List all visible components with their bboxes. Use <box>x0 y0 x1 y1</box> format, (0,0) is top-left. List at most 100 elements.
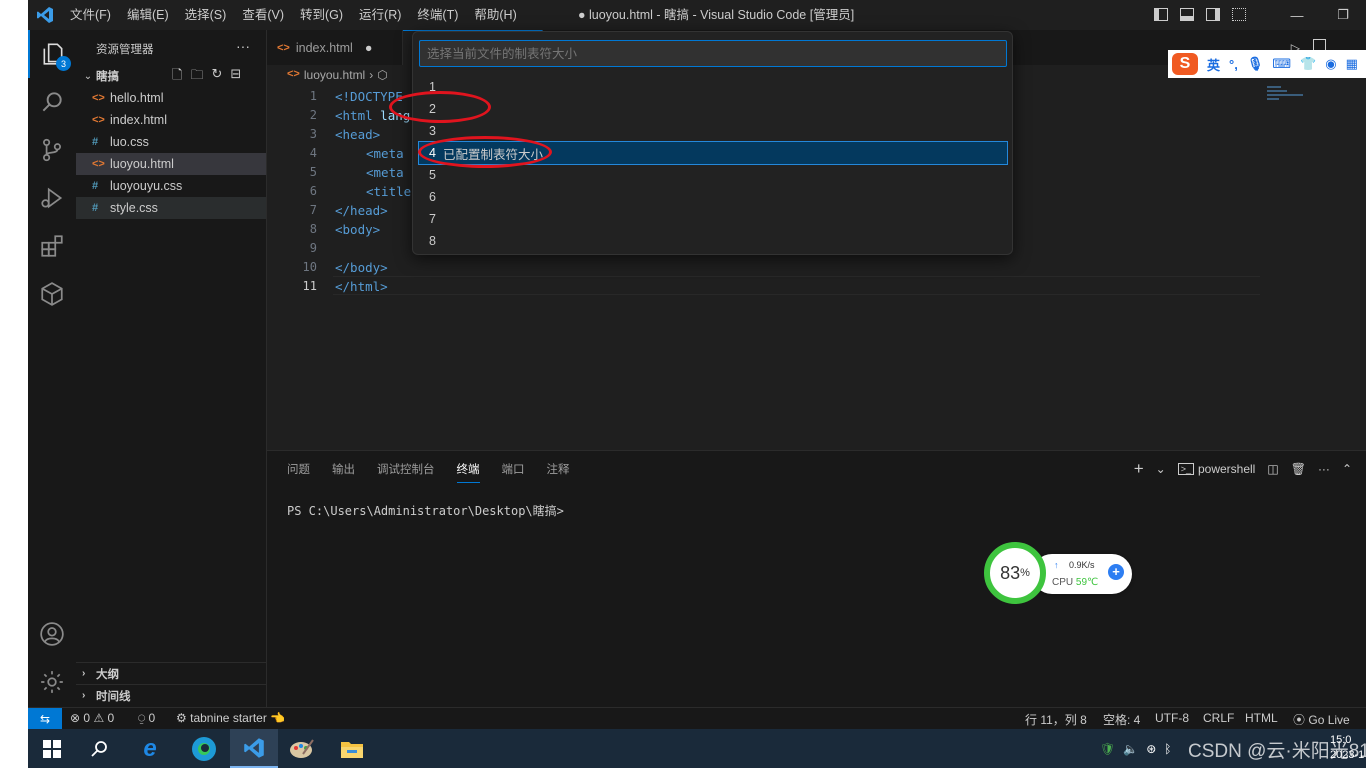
file-item-luoyouyu[interactable]: # luoyouyu.css <box>76 175 266 197</box>
code-line[interactable]: </html> <box>335 279 388 294</box>
split-terminal-icon[interactable]: ◫ <box>1267 462 1278 476</box>
code-line[interactable]: <meta <box>366 146 404 161</box>
file-item-style[interactable]: # style.css <box>76 197 266 219</box>
explorer-icon[interactable]: 3 <box>28 30 76 78</box>
tab-size-option-6[interactable]: 6 <box>419 186 1007 208</box>
menu-help[interactable]: 帮助(H) <box>466 0 524 30</box>
tab-size-option-5[interactable]: 5 <box>419 164 1007 186</box>
restore-icon[interactable]: ❐ <box>1320 0 1366 30</box>
tab-ports[interactable]: 端口 <box>502 461 525 483</box>
tab-index-html[interactable]: <> index.html ● <box>267 30 403 65</box>
minimap[interactable] <box>1267 86 1307 110</box>
file-explorer-icon[interactable] <box>328 729 376 768</box>
menu-view[interactable]: 查看(V) <box>234 0 292 30</box>
ie-icon[interactable]: e <box>126 729 174 768</box>
volume-icon[interactable]: 🔈 <box>1123 742 1138 756</box>
skin-icon[interactable]: 👕 <box>1300 56 1316 72</box>
clock[interactable]: 15:0 2023-1 <box>1330 733 1364 763</box>
extensions-icon[interactable] <box>28 222 76 270</box>
add-terminal-icon[interactable]: + <box>1134 459 1144 479</box>
code-line[interactable]: </body> <box>335 260 388 275</box>
collapse-all-icon[interactable]: ⊟ <box>230 66 241 88</box>
accelerate-button[interactable]: + <box>1108 564 1124 580</box>
tab-size-option-1[interactable]: 1 <box>419 76 1007 98</box>
code-line[interactable]: <meta <box>366 165 404 180</box>
remote-explorer-icon[interactable] <box>28 270 76 318</box>
customize-layout-icon[interactable] <box>1232 8 1246 21</box>
tab-debug-console[interactable]: 调试控制台 <box>377 461 435 483</box>
remote-indicator-icon[interactable]: ⇆ <box>28 708 62 729</box>
cursor-position[interactable]: 行 11，列 8 <box>1025 711 1087 728</box>
language-mode[interactable]: HTML <box>1245 711 1278 725</box>
network-icon[interactable]: ⊛ <box>1146 742 1156 756</box>
problems-indicator[interactable]: ⊗ 0 ⚠ 0 <box>70 711 114 725</box>
timeline-section[interactable]: › 时间线 <box>76 684 266 706</box>
edge-icon[interactable] <box>180 729 228 768</box>
ports-indicator[interactable]: ⍜ 0 <box>138 711 155 726</box>
tab-output[interactable]: 输出 <box>332 461 355 483</box>
quick-pick-input[interactable] <box>419 40 1007 67</box>
tabnine-indicator[interactable]: ⚙ tabnine starter 👈 <box>176 711 285 725</box>
run-debug-icon[interactable] <box>28 174 76 222</box>
code-line[interactable]: </head> <box>335 203 388 218</box>
refresh-icon[interactable]: ↻ <box>211 66 222 88</box>
ime-language[interactable]: 英 <box>1207 55 1220 74</box>
cpu-monitor-widget[interactable]: 83% ↑ 0.9K/s CPU 59℃ + <box>984 540 1132 606</box>
folder-header[interactable]: ⌄ 瞎搞 🗋 🗀 ↻ ⊟ <box>76 66 266 86</box>
menu-edit[interactable]: 编辑(E) <box>119 0 177 30</box>
menu-file[interactable]: 文件(F) <box>62 0 119 30</box>
sogou-logo-icon[interactable]: S <box>1172 53 1198 75</box>
start-button[interactable] <box>28 729 76 768</box>
accounts-icon[interactable] <box>28 610 76 658</box>
code-line[interactable]: <title <box>366 184 411 199</box>
trash-icon[interactable]: 🗑 <box>1291 462 1306 476</box>
chevron-down-icon[interactable]: ⌄ <box>1156 462 1166 476</box>
bluetooth-icon[interactable]: ᛒ <box>1164 742 1171 756</box>
search-icon[interactable] <box>28 78 76 126</box>
shield-icon[interactable]: 🛡 <box>1100 742 1115 756</box>
settings-gear-icon[interactable] <box>28 658 76 706</box>
menu-terminal[interactable]: 终端(T) <box>409 0 466 30</box>
code-line[interactable]: <head> <box>335 127 380 142</box>
more-actions-icon[interactable]: ··· <box>1318 462 1330 476</box>
search-button[interactable] <box>76 729 124 768</box>
toolbox-icon[interactable]: ▦ <box>1346 56 1358 72</box>
outline-section[interactable]: › 大纲 <box>76 662 266 684</box>
menu-selection[interactable]: 选择(S) <box>177 0 235 30</box>
toggle-secondary-sidebar-icon[interactable] <box>1206 8 1220 21</box>
toggle-panel-icon[interactable] <box>1180 8 1194 21</box>
microphone-icon[interactable]: 🎙 <box>1247 56 1264 72</box>
code-line[interactable]: <body> <box>335 222 380 237</box>
terminal-prompt[interactable]: PS C:\Users\Administrator\Desktop\瞎搞> <box>287 502 564 519</box>
tab-size-option-7[interactable]: 7 <box>419 208 1007 230</box>
symbol-cube-icon[interactable]: ⬡ <box>377 68 387 82</box>
encoding[interactable]: UTF-8 <box>1155 711 1189 725</box>
file-item-index[interactable]: <> index.html <box>76 109 266 131</box>
new-file-icon[interactable]: 🗋 <box>172 66 182 88</box>
more-actions-icon[interactable]: ··· <box>236 38 250 54</box>
toggle-primary-sidebar-icon[interactable] <box>1154 8 1168 21</box>
maximize-panel-icon[interactable]: ⌃ <box>1342 462 1352 476</box>
vscode-taskbar-icon[interactable] <box>230 729 278 768</box>
shell-name[interactable]: powershell <box>1198 462 1255 476</box>
keyboard-icon[interactable]: ⌨ <box>1272 56 1291 72</box>
file-item-hello[interactable]: <> hello.html <box>76 87 266 109</box>
tab-terminal[interactable]: 终端 <box>456 461 480 483</box>
tab-problems[interactable]: 问题 <box>287 461 310 483</box>
ime-punctuation[interactable]: °, <box>1229 57 1238 72</box>
menu-run[interactable]: 运行(R) <box>351 0 409 30</box>
go-live-button[interactable]: ⦿ Go Live <box>1293 711 1350 728</box>
end-of-line[interactable]: CRLF <box>1203 711 1234 725</box>
minimize-icon[interactable]: — <box>1274 0 1320 30</box>
new-folder-icon[interactable]: 🗀 <box>190 66 203 88</box>
breadcrumb-file[interactable]: luoyou.html <box>304 68 365 82</box>
tab-size-option-8[interactable]: 8 <box>419 230 1007 252</box>
menu-go[interactable]: 转到(G) <box>292 0 351 30</box>
indentation[interactable]: 空格: 4 <box>1103 711 1140 728</box>
file-item-luoyou[interactable]: <> luoyou.html <box>76 153 266 175</box>
tab-comments[interactable]: 注释 <box>547 461 570 483</box>
unsaved-dot-icon[interactable]: ● <box>365 41 373 55</box>
gamepad-icon[interactable]: ◉ <box>1325 56 1336 72</box>
source-control-icon[interactable] <box>28 126 76 174</box>
tab-size-option-2[interactable]: 2 <box>419 98 1007 120</box>
